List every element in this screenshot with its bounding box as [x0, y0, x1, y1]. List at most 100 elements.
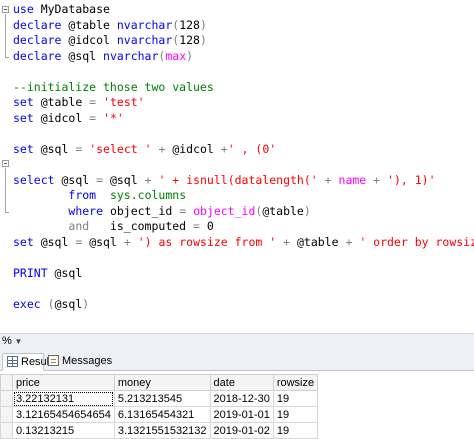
- code-token: and: [68, 219, 90, 233]
- code-line[interactable]: from sys.columns: [13, 188, 474, 204]
- results-table: price money date rowsize 3.22132131 5.21…: [0, 374, 319, 439]
- code-token: '*': [103, 110, 124, 125]
- code-token: ' , (0': [227, 141, 277, 156]
- code-token: +: [324, 172, 332, 187]
- tab-messages[interactable]: Messages: [44, 353, 118, 371]
- code-line[interactable]: use MyDatabase: [13, 2, 474, 18]
- code-token: +: [283, 234, 291, 249]
- table-cell[interactable]: 2019-01-01: [209, 406, 274, 423]
- results-tab-bar: Results Messages: [0, 350, 474, 371]
- code-token: @sql: [54, 296, 83, 311]
- corner-cell[interactable]: [0, 374, 13, 391]
- code-token: 128: [179, 33, 200, 47]
- code-token: nvarchar: [116, 33, 173, 47]
- column-header-date[interactable]: date: [209, 374, 274, 391]
- code-token: '), 1)': [387, 172, 436, 187]
- code-line[interactable]: exec (@sql): [13, 297, 474, 313]
- table-cell[interactable]: 6.13165454321: [113, 406, 211, 423]
- code-line[interactable]: [13, 64, 474, 80]
- table-cell[interactable]: 3.12165454654654: [12, 406, 115, 423]
- code-token: ): [199, 33, 207, 47]
- collapse-icon[interactable]: [2, 6, 9, 13]
- code-token: @idcol: [165, 141, 221, 156]
- code-token: =: [96, 172, 104, 187]
- code-token: ): [82, 296, 90, 311]
- code-line[interactable]: [13, 250, 474, 266]
- table-cell[interactable]: 3.22132131: [12, 390, 115, 407]
- code-token: @sql: [33, 141, 76, 156]
- code-lines[interactable]: use MyDatabase declare @table nvarchar(12…: [13, 2, 474, 312]
- code-line[interactable]: and is_computed = 0: [13, 219, 474, 235]
- table-row[interactable]: 3.22132131 5.213213545 2018-12-30 19: [0, 390, 319, 407]
- code-line[interactable]: select @sql = @sql + ' + isnull(dataleng…: [13, 173, 474, 189]
- code-token: +: [220, 141, 228, 156]
- table-cell[interactable]: 19: [272, 406, 319, 423]
- code-token: @table: [61, 17, 117, 32]
- table-cell[interactable]: 19: [272, 390, 319, 407]
- code-line[interactable]: declare @idcol nvarchar(128): [13, 33, 474, 49]
- table-cell[interactable]: 3.1321551532132: [113, 422, 211, 439]
- header-row: price money date rowsize: [0, 374, 319, 391]
- column-header-money[interactable]: money: [113, 374, 211, 391]
- code-token: 0: [199, 219, 214, 233]
- code-token: (: [47, 296, 55, 311]
- code-token: set: [13, 141, 34, 156]
- code-token: ') as rowsize from ': [137, 234, 277, 249]
- table-cell[interactable]: 5.213213545: [113, 390, 211, 407]
- table-cell[interactable]: 19: [272, 422, 319, 439]
- fold-line: [5, 14, 6, 58]
- code-line[interactable]: [13, 157, 474, 173]
- chevron-down-icon[interactable]: ▼: [13, 335, 24, 348]
- row-header[interactable]: [0, 390, 13, 407]
- code-token: ): [199, 17, 207, 32]
- code-token: nvarchar: [103, 48, 159, 63]
- results-grid[interactable]: price money date rowsize 3.22132131 5.21…: [0, 371, 474, 439]
- code-token: object_id: [193, 203, 256, 218]
- code-line[interactable]: declare @sql nvarchar(max): [13, 49, 474, 65]
- code-token: =: [193, 219, 200, 233]
- code-token: @sql: [33, 234, 76, 249]
- table-cell[interactable]: 2018-12-30: [209, 390, 274, 407]
- zoom-bar: % ▼: [0, 333, 474, 350]
- code-line[interactable]: --initialize those two values: [13, 80, 474, 96]
- code-line[interactable]: set @idcol = '*': [13, 111, 474, 127]
- table-cell[interactable]: 2019-01-02: [209, 422, 274, 439]
- code-token: set: [13, 234, 34, 249]
- code-token: @sql: [47, 265, 83, 280]
- code-token: ): [303, 203, 311, 218]
- code-token: @table: [33, 95, 90, 109]
- table-row[interactable]: 3.12165454654654 6.13165454321 2019-01-0…: [0, 406, 319, 423]
- code-line[interactable]: [13, 126, 474, 142]
- code-token: ): [186, 48, 194, 63]
- table-cell[interactable]: 0.13213215: [12, 422, 115, 439]
- code-line[interactable]: declare @table nvarchar(128): [13, 18, 474, 34]
- code-line[interactable]: set @sql = 'select ' + @idcol +' , (0': [13, 142, 474, 158]
- code-line[interactable]: set @table = 'test': [13, 95, 474, 111]
- code-line[interactable]: [13, 281, 474, 297]
- code-line[interactable]: PRINT @sql: [13, 266, 474, 282]
- code-line[interactable]: set @sql = @sql + ') as rowsize from ' +…: [13, 235, 474, 251]
- zoom-level[interactable]: %: [2, 335, 12, 347]
- row-header[interactable]: [0, 406, 13, 423]
- column-header-rowsize[interactable]: rowsize: [272, 374, 319, 391]
- code-token: declare: [13, 17, 62, 32]
- code-token: nvarchar: [116, 17, 173, 32]
- code-token: @sql: [103, 172, 145, 187]
- code-token: --initialize those two values: [13, 79, 214, 94]
- collapse-icon[interactable]: [2, 160, 9, 167]
- code-token: @sql: [61, 48, 104, 63]
- code-token: @sql: [82, 234, 124, 249]
- row-header[interactable]: [0, 422, 13, 439]
- code-token: @table: [262, 203, 304, 218]
- tab-results[interactable]: Results: [2, 353, 58, 371]
- column-header-price[interactable]: price: [12, 374, 115, 391]
- grid-icon: [7, 356, 18, 367]
- code-token: @idcol: [33, 110, 90, 125]
- code-line[interactable]: where object_id = object_id(@table): [13, 204, 474, 220]
- code-token: +: [123, 234, 131, 249]
- code-token: object_id: [103, 203, 180, 218]
- sql-editor[interactable]: use MyDatabase declare @table nvarchar(12…: [0, 0, 474, 333]
- table-row[interactable]: 0.13213215 3.1321551532132 2019-01-02 19: [0, 422, 319, 439]
